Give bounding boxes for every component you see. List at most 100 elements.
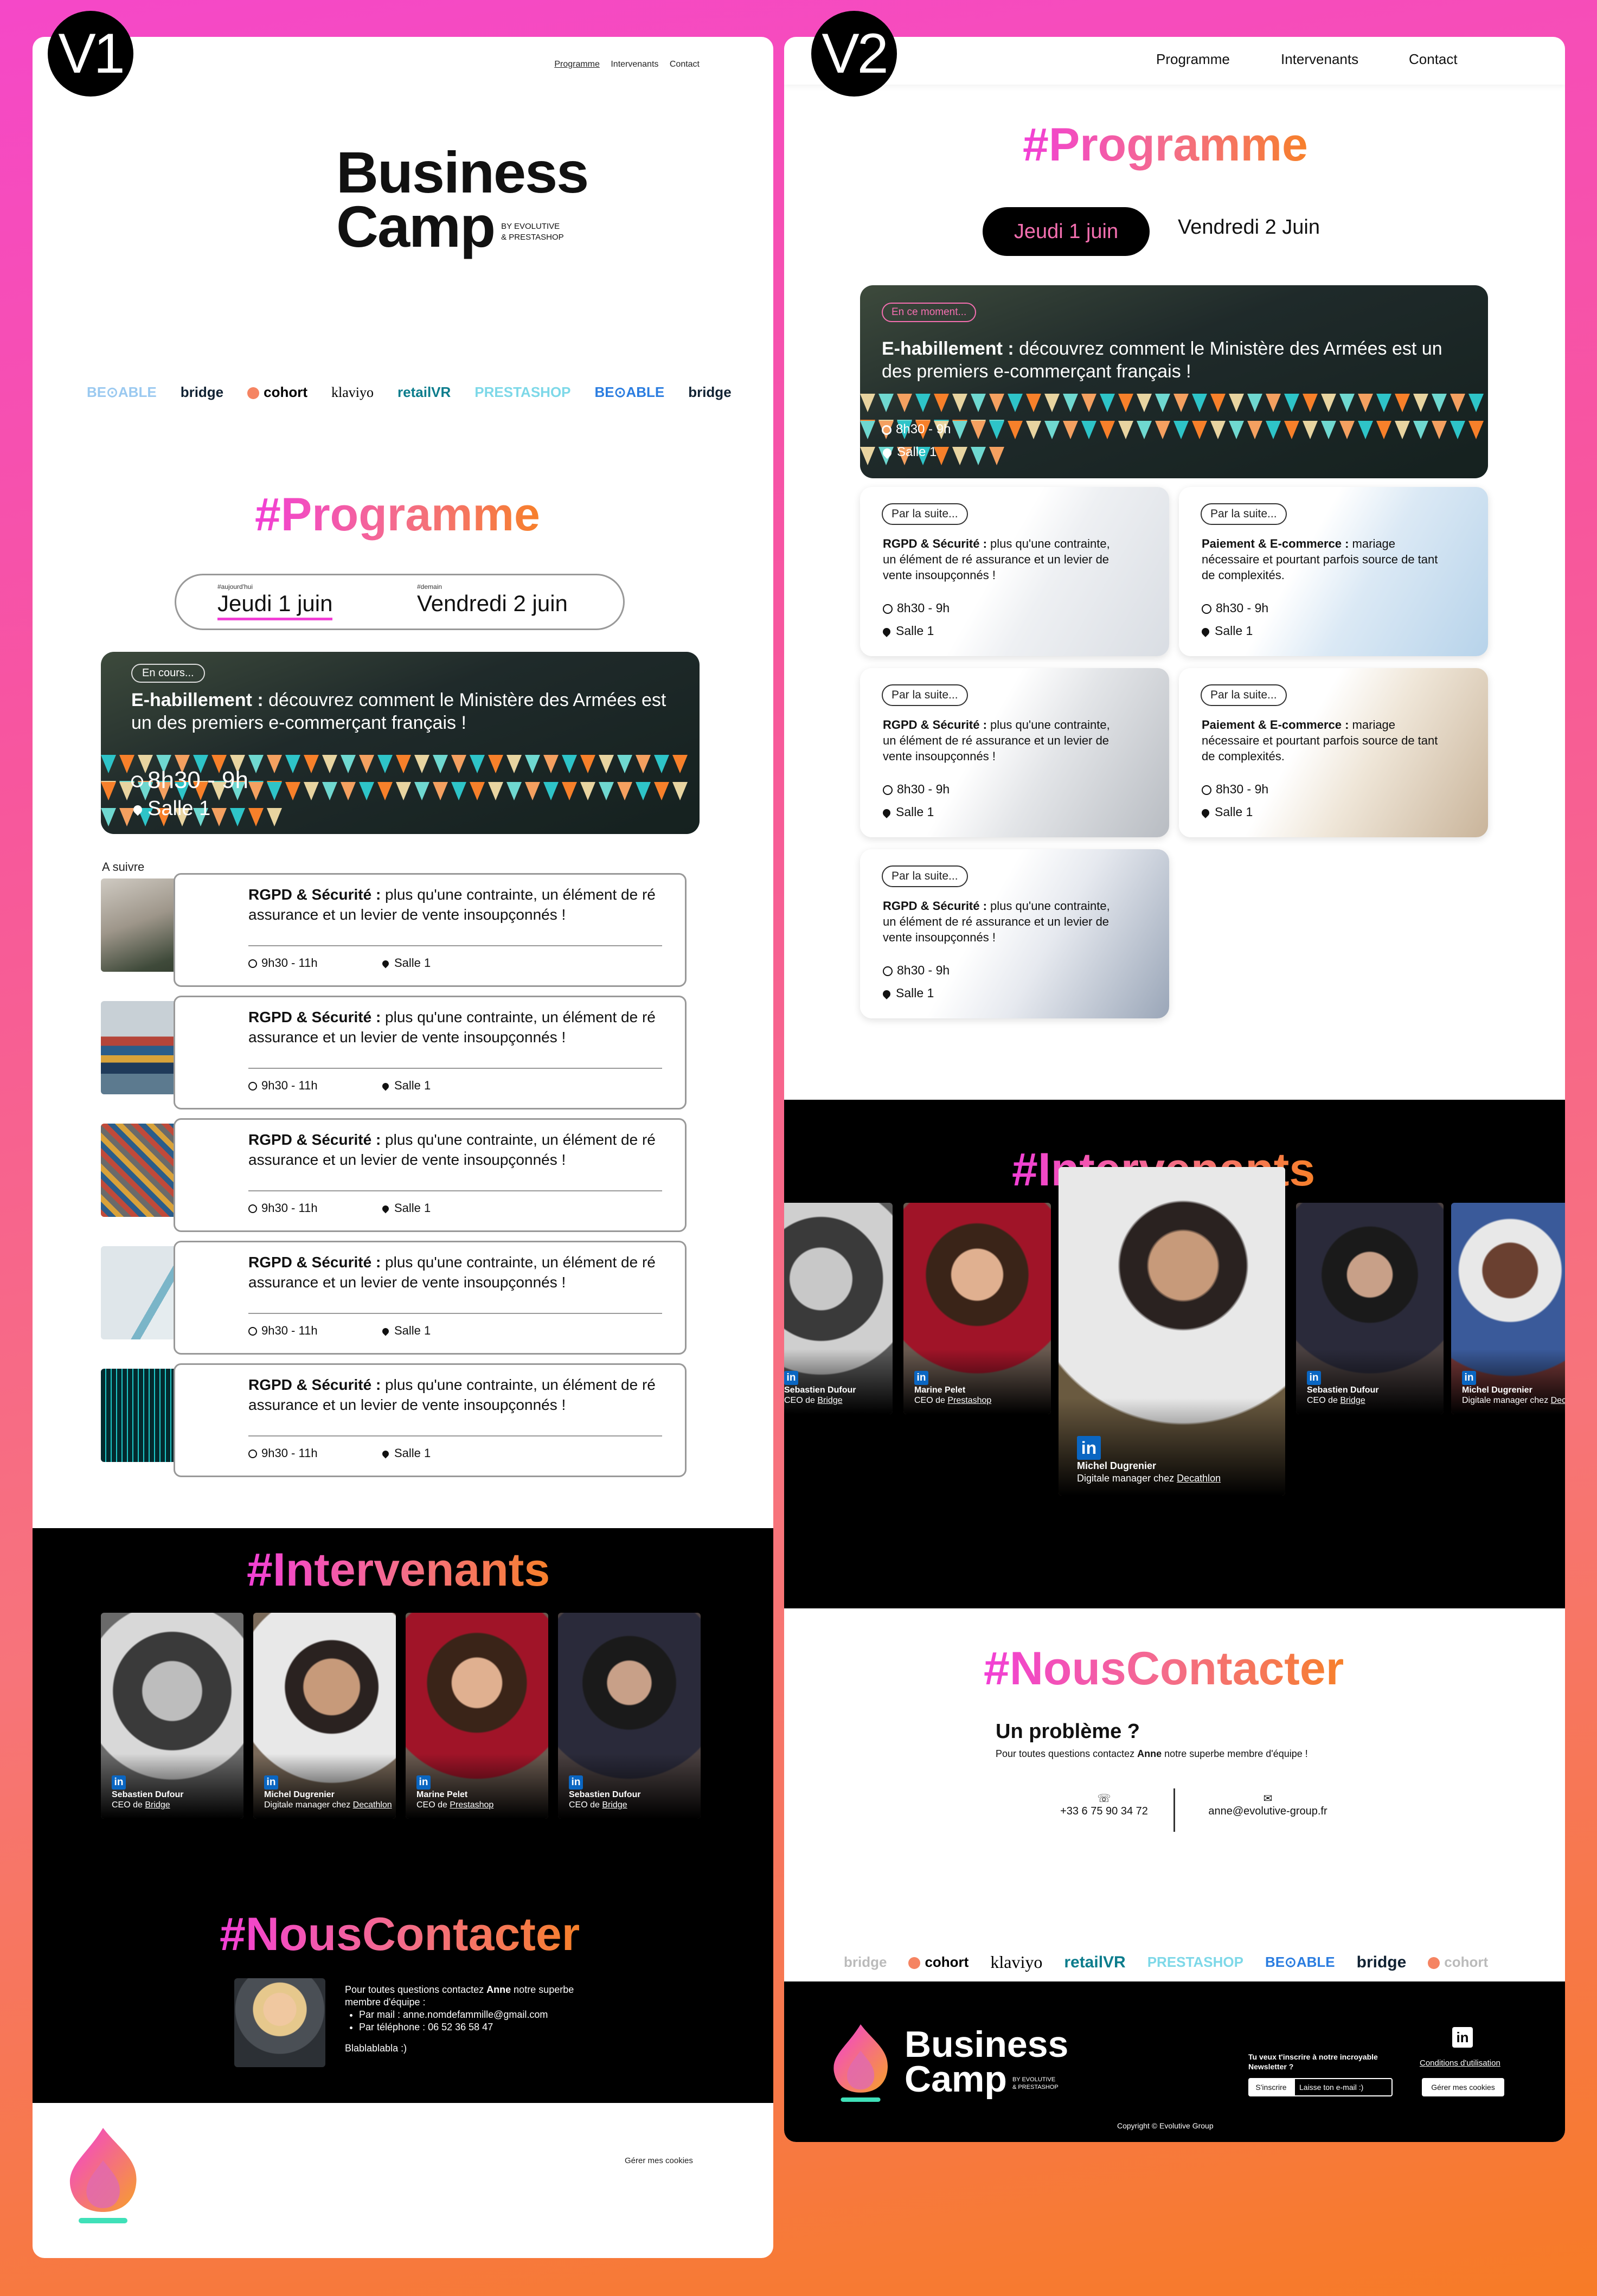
speaker-card[interactable]: in Marine Pelet CEO de Prestashop (903, 1203, 1051, 1414)
speaker-card[interactable]: in Marine Pelet CEO de Prestashop (406, 1613, 548, 1819)
session-time: 8h30 - 9h (883, 601, 950, 615)
newsletter-button[interactable]: S'inscrire (1248, 2078, 1294, 2096)
sponsor-cohort: cohort (247, 384, 307, 401)
v2-sponsor-strip: bridge cohort klaviyo retailVR PRESTASHO… (844, 1952, 1500, 1972)
speaker-name: Michel Dugrenier (264, 1790, 335, 1799)
nav-programme[interactable]: Programme (554, 60, 600, 69)
nav-programme[interactable]: Programme (1156, 51, 1281, 68)
contact-phone[interactable]: ☏ +33 6 75 90 34 72 (1044, 1792, 1164, 1818)
linkedin-icon[interactable]: in (1452, 2027, 1473, 2048)
speaker-card[interactable]: in Sebastien Dufour CEO de Bridge (558, 1613, 701, 1819)
speaker-card[interactable]: in Sebastien Dufour CEO de Bridge (101, 1613, 243, 1819)
clock-icon (248, 959, 257, 969)
cookies-button[interactable]: Gérer mes cookies (1422, 2078, 1504, 2096)
newsletter-input[interactable]: Laisse ton e-mail :) (1294, 2078, 1393, 2096)
nav-intervenants[interactable]: Intervenants (611, 60, 658, 69)
nav-intervenants[interactable]: Intervenants (1281, 51, 1409, 68)
speaker-name: Sebastien Dufour (1307, 1386, 1379, 1395)
contact-mail: Par mail : anne.nomdefammille@gmail.com (359, 2009, 583, 2021)
sponsor-bridge-2: bridge (1356, 1953, 1407, 1971)
speaker-card[interactable]: in Michel Dugrenier Digitale manager che… (253, 1613, 396, 1819)
v2-contact-title: #NousContacter (984, 1643, 1344, 1695)
speaker-card[interactable]: in Sebastien Dufour CEO de Bridge (1296, 1203, 1444, 1414)
v2-panel: Programme Intervenants Contact #Programm… (784, 37, 1565, 2142)
v2-nav: Programme Intervenants Contact (1156, 51, 1458, 68)
session-time: 9h30 - 11h (248, 1079, 318, 1093)
session-time: 8h30 - 9h (1202, 782, 1268, 797)
v1-day-tabs: #aujourd'hui Jeudi 1 juin #demain Vendre… (175, 574, 625, 630)
session-card[interactable]: Par la suite... Paiement & E-commerce : … (1179, 487, 1488, 656)
v2-tab-day1[interactable]: Jeudi 1 juin (983, 207, 1150, 256)
tab-day1-label: Jeudi 1 juin (217, 591, 333, 620)
session-card: RGPD & Sécurité : plus qu'une contrainte… (174, 1363, 687, 1477)
session-item[interactable]: RGPD & Sécurité : plus qu'une contrainte… (101, 1241, 773, 1355)
linkedin-icon[interactable]: in (784, 1371, 798, 1385)
tab-day2-label: Vendredi 2 juin (417, 591, 568, 616)
clock-icon (248, 1450, 257, 1459)
nav-contact[interactable]: Contact (1409, 51, 1458, 68)
linkedin-icon[interactable]: in (1307, 1371, 1321, 1385)
status-badge: En ce moment... (882, 303, 977, 322)
speaker-role: CEO de Bridge (784, 1396, 843, 1405)
session-item[interactable]: RGPD & Sécurité : plus qu'une contrainte… (101, 1118, 773, 1232)
linkedin-icon[interactable]: in (914, 1371, 928, 1385)
speaker-name: Marine Pelet (416, 1790, 468, 1799)
speaker-name: Sebastien Dufour (569, 1790, 641, 1799)
session-card[interactable]: Par la suite... RGPD & Sécurité : plus q… (860, 849, 1169, 1018)
v2-tab-day2[interactable]: Vendredi 2 Juin (1178, 216, 1320, 239)
linkedin-icon[interactable]: in (1462, 1371, 1476, 1385)
speaker-role: Digitale manager chez Decathlon (1462, 1396, 1565, 1405)
session-title: RGPD & Sécurité : plus qu'une contrainte… (883, 537, 1110, 582)
linkedin-icon[interactable]: in (112, 1775, 126, 1790)
session-card[interactable]: Par la suite... RGPD & Sécurité : plus q… (860, 668, 1169, 837)
linkedin-icon[interactable]: in (264, 1775, 278, 1790)
v2-current-session[interactable]: En ce moment... E-habillement : découvre… (860, 285, 1488, 478)
contact-intro: Pour toutes questions contactez Anne not… (345, 1984, 574, 2008)
terms-link[interactable]: Conditions d'utilisation (1420, 2058, 1500, 2068)
clock-icon (882, 425, 892, 435)
session-item[interactable]: RGPD & Sécurité : plus qu'une contrainte… (101, 873, 773, 987)
speaker-role: CEO de Bridge (569, 1800, 627, 1810)
pin-icon (381, 1326, 390, 1336)
session-card[interactable]: Par la suite... RGPD & Sécurité : plus q… (860, 487, 1169, 656)
hero-time: 8h30 - 9h (131, 767, 248, 794)
tab-day2-tag: #demain (417, 583, 442, 591)
speaker-card[interactable]: in Michel Dugrenier Digitale manager che… (1059, 1167, 1285, 1496)
session-card: RGPD & Sécurité : plus qu'une contrainte… (174, 873, 687, 987)
cookies-link[interactable]: Gérer mes cookies (625, 2156, 693, 2165)
pin-icon (381, 1081, 390, 1091)
contact-extra: Blablablabla :) (345, 2043, 407, 2054)
sponsor-retailvr: retailVR (1064, 1953, 1126, 1971)
hero-room: Salle 1 (131, 797, 210, 820)
session-item[interactable]: RGPD & Sécurité : plus qu'une contrainte… (101, 1363, 773, 1477)
pin-icon (131, 803, 144, 816)
session-time: 8h30 - 9h (1202, 601, 1268, 615)
v1-contact-title: #NousContacter (220, 1908, 580, 1960)
session-title: Paiement & E-commerce : mariage nécessai… (1202, 537, 1438, 582)
linkedin-icon[interactable]: in (416, 1775, 431, 1790)
newsletter-text: Tu veux t'inscrire à notre incroyable Ne… (1248, 2053, 1378, 2071)
tab-day2[interactable]: #demain Vendredi 2 juin (417, 583, 568, 617)
session-room: Salle 1 (381, 1201, 431, 1215)
session-room: Salle 1 (1200, 805, 1253, 819)
speaker-card[interactable]: in Sebastien Dufour CEO de Bridge (784, 1203, 893, 1414)
nav-contact[interactable]: Contact (670, 60, 700, 69)
session-item[interactable]: RGPD & Sécurité : plus qu'une contrainte… (101, 996, 773, 1109)
contact-divider (1173, 1788, 1175, 1832)
sponsor-bridge: bridge (844, 1954, 887, 1970)
speaker-name: Sebastien Dufour (112, 1790, 184, 1799)
speaker-card[interactable]: in Michel Dugrenier Digitale manager che… (1451, 1203, 1565, 1414)
tab-day1[interactable]: #aujourd'hui Jeudi 1 juin (217, 583, 333, 620)
speaker-name: Michel Dugrenier (1077, 1460, 1157, 1471)
v1-current-session[interactable]: En cours... E-habillement : découvrez co… (101, 652, 700, 834)
session-card[interactable]: Par la suite... Paiement & E-commerce : … (1179, 668, 1488, 837)
clock-icon (248, 1204, 257, 1214)
contact-email[interactable]: ✉ anne@evolutive-group.fr (1197, 1792, 1338, 1818)
contact-avatar (234, 1978, 325, 2067)
status-badge: Par la suite... (882, 684, 968, 706)
linkedin-icon[interactable]: in (1077, 1436, 1101, 1460)
clock-icon (883, 966, 893, 976)
linkedin-icon[interactable]: in (569, 1775, 583, 1790)
next-label: A suivre (102, 860, 145, 874)
clock-icon (883, 604, 893, 614)
